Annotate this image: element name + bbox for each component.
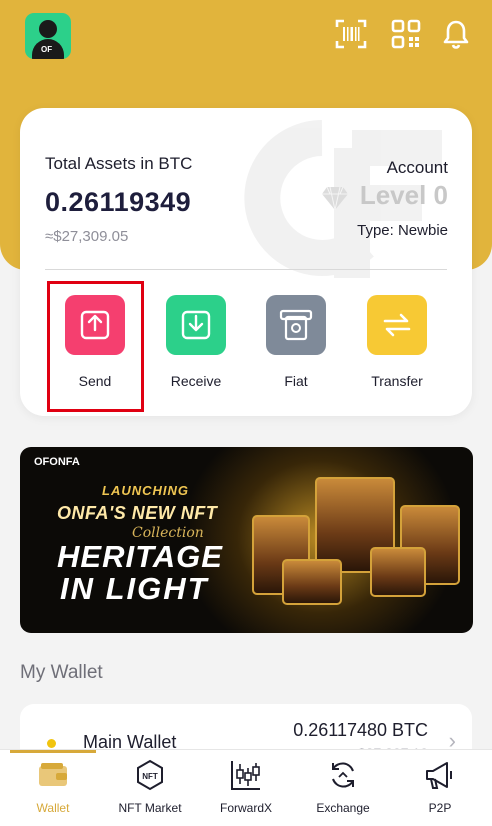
- avatar[interactable]: OF: [25, 13, 71, 59]
- fiat-tile: [266, 295, 326, 355]
- account-label: Account: [386, 158, 448, 177]
- tab-exchange[interactable]: Exchange: [295, 758, 391, 815]
- total-assets-label: Total Assets in BTC: [45, 154, 193, 173]
- svg-text:NFT: NFT: [142, 772, 158, 781]
- transfer-label: Transfer: [371, 373, 423, 389]
- total-btc-value: 0.26119349: [45, 187, 192, 217]
- total-usd-value: ≈$27,309.05: [45, 228, 129, 245]
- banner-title-1: HERITAGE: [57, 539, 223, 574]
- account-level: Level 0: [359, 180, 448, 210]
- nft-card-bottom-right: [370, 547, 426, 597]
- download-icon: [181, 310, 211, 340]
- banner-headline: ONFA'S NEW NFT: [57, 503, 218, 523]
- banner-launching: LAUNCHING: [102, 483, 189, 498]
- avatar-text: OF: [41, 45, 53, 54]
- receive-tile: [166, 295, 226, 355]
- barcode-scan-icon[interactable]: [335, 18, 367, 50]
- receive-button[interactable]: Receive: [156, 295, 236, 389]
- wallet-btc-balance: 0.26117480 BTC: [293, 720, 428, 740]
- divider: [45, 269, 447, 270]
- nft-card-bottom-left: [282, 559, 342, 605]
- diamond-icon: [322, 186, 348, 211]
- my-wallet-title: My Wallet: [20, 662, 103, 683]
- swap-icon: [383, 313, 411, 337]
- tab-wallet[interactable]: Wallet: [5, 758, 101, 815]
- account-type: Type: Newbie: [357, 222, 448, 239]
- candlestick-icon: [231, 761, 260, 790]
- transfer-tile: [367, 295, 427, 355]
- tab-exchange-label: Exchange: [316, 801, 370, 815]
- fiat-label: Fiat: [284, 373, 308, 389]
- active-tab-indicator: [10, 750, 96, 753]
- banner-brand: OFONFA: [34, 456, 80, 468]
- bottom-navigation: Wallet NFT NFT Market ForwardX Exchange: [0, 749, 492, 826]
- qr-code-icon[interactable]: [390, 18, 422, 50]
- tab-p2p[interactable]: P2P: [392, 758, 488, 815]
- nft-icon: NFT: [137, 759, 163, 791]
- tab-wallet-label: Wallet: [36, 801, 70, 815]
- exchange-icon: [332, 762, 354, 788]
- megaphone-icon: [426, 762, 452, 789]
- transfer-button[interactable]: Transfer: [357, 295, 437, 389]
- cash-icon: [279, 309, 313, 341]
- avatar-head: [39, 20, 57, 38]
- wallet-status-dot: [47, 739, 56, 748]
- wallet-icon: [39, 763, 67, 786]
- nft-promo-banner[interactable]: OFONFA LAUNCHING ONFA'S NEW NFT Collecti…: [20, 447, 473, 633]
- send-highlight-box: [47, 281, 144, 412]
- tab-forwardx[interactable]: ForwardX: [198, 758, 294, 815]
- bell-icon[interactable]: [440, 18, 472, 50]
- fiat-button[interactable]: Fiat: [256, 295, 336, 389]
- banner-title-2: IN LIGHT: [60, 571, 209, 606]
- receive-label: Receive: [170, 373, 222, 389]
- tab-p2p-label: P2P: [428, 801, 452, 815]
- tab-nft-market-label: NFT Market: [118, 801, 182, 815]
- tab-forwardx-label: ForwardX: [219, 801, 272, 815]
- tab-nft-market[interactable]: NFT NFT Market: [102, 758, 198, 815]
